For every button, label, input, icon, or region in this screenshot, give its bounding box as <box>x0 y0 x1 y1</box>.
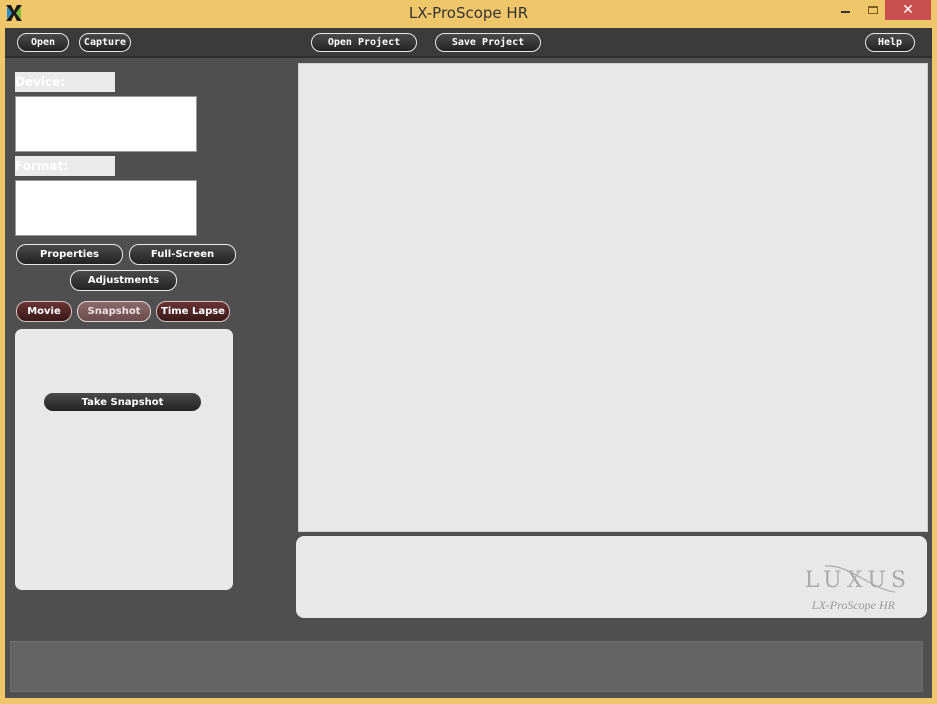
format-list[interactable] <box>15 180 197 236</box>
maximize-icon <box>867 6 878 14</box>
product-name: LX-ProScope HR <box>811 598 895 612</box>
device-label: Device: <box>15 72 115 92</box>
fullscreen-button[interactable]: Full-Screen <box>129 244 236 265</box>
adjustments-button[interactable]: Adjustments <box>70 270 177 291</box>
close-button[interactable]: ✕ <box>885 0 931 20</box>
app-client-area: Open Capture Open Project Save Project H… <box>5 28 932 698</box>
help-button[interactable]: Help <box>865 33 915 52</box>
save-project-button[interactable]: Save Project <box>435 33 541 52</box>
take-snapshot-button[interactable]: Take Snapshot <box>43 392 202 412</box>
movie-mode-button[interactable]: Movie <box>16 301 72 322</box>
snapshot-panel: Take Snapshot <box>15 329 233 590</box>
open-button[interactable]: Open <box>17 33 69 52</box>
status-bar <box>10 641 923 692</box>
minimize-icon <box>840 11 850 13</box>
video-preview <box>298 63 928 532</box>
device-list[interactable] <box>15 96 197 152</box>
open-project-button[interactable]: Open Project <box>311 33 417 52</box>
snapshot-mode-button[interactable]: Snapshot <box>77 301 151 322</box>
maximize-button[interactable] <box>860 0 885 20</box>
properties-button[interactable]: Properties <box>16 244 123 265</box>
title-bar: LX-ProScope HR ✕ <box>0 0 937 28</box>
toolbar: Open Capture Open Project Save Project H… <box>5 28 932 58</box>
minimize-button[interactable] <box>830 0 860 20</box>
capture-button[interactable]: Capture <box>79 33 131 52</box>
window-title: LX-ProScope HR <box>408 4 529 22</box>
brand-logo: LUXUS <box>804 568 911 593</box>
info-panel: LUXUS LX-ProScope HR <box>296 536 927 618</box>
format-label: Format: <box>15 156 115 176</box>
close-icon: ✕ <box>902 2 914 18</box>
time-lapse-mode-button[interactable]: Time Lapse <box>156 301 230 322</box>
